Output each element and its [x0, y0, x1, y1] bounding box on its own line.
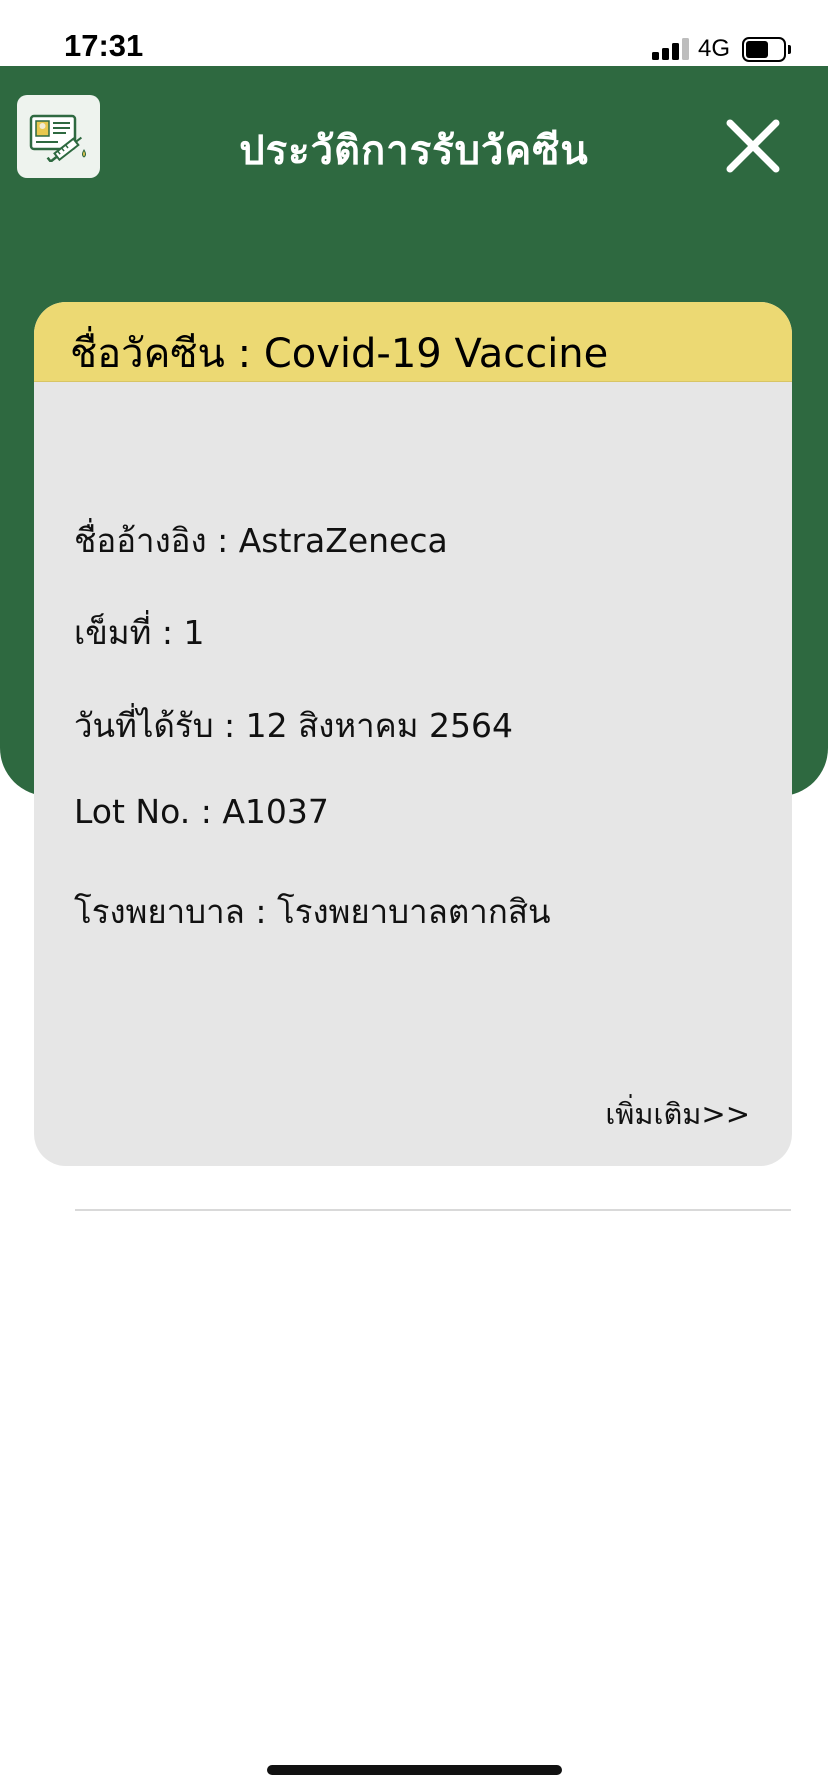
- row-value: AstraZeneca: [238, 521, 448, 560]
- row-value: 12 สิงหาคม 2564: [245, 706, 513, 745]
- hospital-row: โรงพยาบาล : โรงพยาบาลตากสิน: [74, 885, 551, 938]
- row-value: A1037: [222, 792, 329, 831]
- page-title: ประวัติการรับวัคซีน: [239, 128, 589, 174]
- row-label: โรงพยาบาล: [74, 892, 245, 931]
- network-type: 4G: [698, 35, 731, 62]
- status-time: 17:31: [64, 28, 144, 63]
- separator: :: [255, 892, 277, 931]
- vaccine-name-header: ชื่อวัคซีน : Covid-19 Vaccine: [34, 302, 792, 382]
- vaccine-name-label: ชื่อวัคซีน: [70, 331, 225, 377]
- row-label: เข็มที่: [74, 613, 152, 652]
- separator: :: [161, 613, 184, 652]
- row-value: 1: [183, 613, 205, 652]
- separator: :: [217, 521, 239, 560]
- vaccine-name-value: Covid-19 Vaccine: [263, 331, 609, 377]
- status-bar: 17:31 4G: [0, 0, 828, 66]
- close-icon: [726, 119, 780, 173]
- dose-number-row: เข็มที่ : 1: [74, 606, 204, 659]
- signal-strength-icon: [652, 38, 690, 60]
- close-button[interactable]: [722, 115, 784, 177]
- vaccine-record-card: ชื่อวัคซีน : Covid-19 Vaccine ชื่ออ้างอิ…: [34, 302, 792, 1166]
- separator: :: [224, 706, 246, 745]
- row-label: วันที่ได้รับ: [74, 706, 214, 745]
- date-received-row: วันที่ได้รับ : 12 สิงหาคม 2564: [74, 699, 513, 752]
- home-indicator[interactable]: [267, 1765, 562, 1775]
- row-label: ชื่ออ้างอิง: [74, 521, 207, 560]
- row-value: โรงพยาบาลตากสิน: [277, 892, 551, 931]
- vaccine-history-screen: 17:31 4G ประวัติการรับวัคซีน ชื่อวัคซีน …: [0, 0, 828, 1792]
- separator: :: [237, 331, 264, 377]
- lot-number-row: Lot No. : A1037: [74, 792, 329, 831]
- more-details-link[interactable]: เพิ่มเติม>>: [605, 1091, 750, 1137]
- row-label: Lot No.: [74, 792, 191, 831]
- vaccine-name-title: ชื่อวัคซีน : Covid-19 Vaccine: [70, 321, 608, 385]
- battery-icon: [742, 37, 792, 62]
- divider: [75, 1209, 791, 1211]
- reference-name-row: ชื่ออ้างอิง : AstraZeneca: [74, 514, 448, 567]
- separator: :: [200, 792, 223, 831]
